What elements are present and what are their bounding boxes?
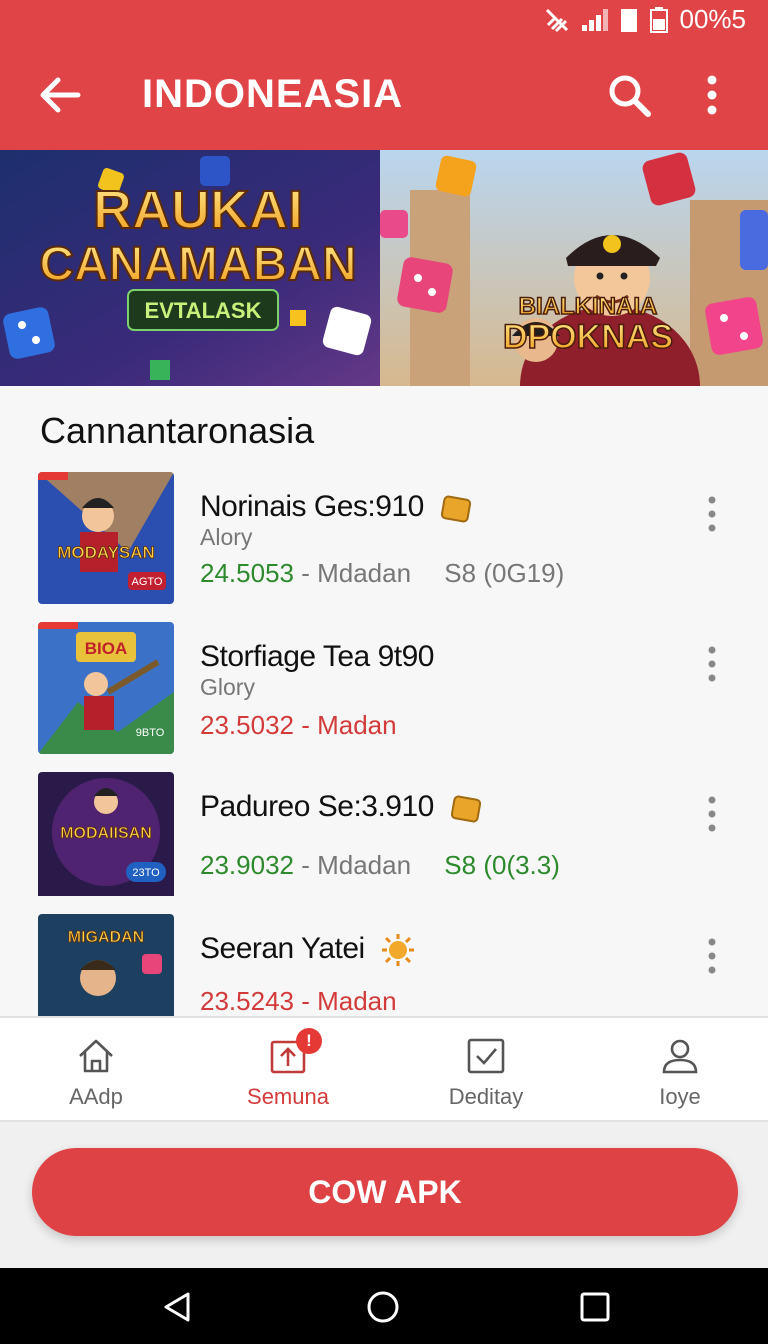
game-name: Padureo Se:3.910 [200, 790, 482, 824]
nav-item-semuna[interactable]: ! Semuna [192, 1018, 384, 1122]
signal-icon [581, 8, 608, 31]
game-developer: - Madan [301, 710, 397, 740]
game-price: S8 (0(3.3) [444, 850, 560, 880]
home-icon [79, 1039, 113, 1073]
svg-text:BIALKINAIA: BIALKINAIA [519, 293, 658, 320]
search-icon[interactable] [604, 70, 654, 120]
svg-text:MODAYSAN: MODAYSAN [57, 543, 155, 562]
game-thumbnail[interactable]: BIOA 9BTO [38, 622, 174, 754]
game-name: Seeran Yatei [200, 932, 415, 967]
nav-label: Semuna [247, 1084, 329, 1109]
banner-artwork: RAUKAI CANAMABAN EVTALASK BIALKINAIA DPO… [0, 150, 768, 386]
svg-text:RAUKAI: RAUKAI [93, 180, 303, 240]
sun-icon [381, 934, 414, 967]
game-name: Storfiage Tea 9t90 [200, 640, 434, 673]
app-bar: INDONEASIA [0, 40, 768, 150]
game-stats: 23.5032 - Madan [200, 710, 397, 741]
nav-item-profile[interactable]: Ioye [584, 1018, 768, 1122]
svg-text:DPOKNAS: DPOKNAS [503, 318, 673, 356]
nav-item-home[interactable]: AAdp [0, 1018, 192, 1122]
game-thumbnail[interactable]: MIGADAN [38, 914, 174, 1016]
game-stats: 24.5053 - Mdadan S8 (0G19) [200, 558, 564, 589]
bottom-navigation: AAdp ! Semuna Deditay Ioye [0, 1016, 768, 1122]
treasure-box-icon [440, 495, 471, 523]
back-arrow-icon[interactable] [34, 70, 84, 120]
system-navigation-bar [0, 1268, 768, 1344]
game-subtitle: Alory [200, 524, 253, 550]
game-price: S8 (0G19) [444, 558, 565, 588]
back-triangle-icon[interactable] [160, 1290, 194, 1324]
treasure-box-icon [450, 795, 481, 823]
row-more-icon[interactable] [700, 794, 724, 834]
game-score: 23.5032 [200, 710, 294, 740]
row-more-icon[interactable] [700, 644, 724, 684]
game-thumbnail[interactable]: MODAYSAN AGTO [38, 472, 174, 604]
nav-item-deditay[interactable]: Deditay [390, 1018, 582, 1122]
game-developer: - Mdadan [301, 558, 412, 588]
nav-label: Deditay [448, 1084, 524, 1109]
recents-square-icon[interactable] [578, 1290, 612, 1324]
battery-icon [620, 8, 637, 32]
cta-area: COW APK [0, 1122, 768, 1268]
svg-text:23TO: 23TO [132, 867, 160, 879]
svg-text:9BTO: 9BTO [136, 727, 165, 739]
svg-text:EVTALASK: EVTALASK [145, 298, 262, 323]
more-options-icon[interactable] [692, 70, 732, 120]
page-title: INDONEASIA [142, 72, 404, 116]
svg-text:MIGADAN: MIGADAN [68, 929, 144, 946]
game-developer: - Madan [301, 986, 397, 1016]
check-box-icon [467, 1038, 505, 1074]
list-item[interactable]: MODAYSAN AGTO Norinais Ges:910 Alory 24.… [0, 472, 768, 608]
svg-text:AGTO: AGTO [132, 576, 163, 588]
svg-text:CANAMABAN: CANAMABAN [39, 238, 356, 291]
profile-icon [662, 1039, 698, 1074]
svg-text:BIOA: BIOA [85, 639, 128, 658]
game-score: 24.5053 [200, 558, 294, 588]
nav-label: Ioye [659, 1084, 701, 1109]
game-subtitle: Glory [200, 674, 255, 700]
svg-text:MODAIISAN: MODAIISAN [60, 825, 152, 842]
battery-text: 00%5 [679, 4, 747, 34]
status-bar: 00%5 [0, 0, 768, 40]
game-name: Norinais Ges:910 [200, 490, 472, 524]
section-title: Cannantaronasia [40, 410, 315, 451]
no-signal-icon [545, 8, 568, 32]
download-apk-button[interactable]: COW APK [32, 1148, 738, 1236]
home-circle-icon[interactable] [366, 1290, 400, 1324]
row-more-icon[interactable] [700, 936, 724, 976]
list-item[interactable]: MIGADAN Seeran Yatei 23.5243 - Madan [0, 914, 768, 1016]
game-stats: 23.9032 - Mdadan S8 (0(3.3) [200, 850, 560, 881]
game-thumbnail[interactable]: MODAIISAN 23TO [38, 772, 174, 904]
game-score: 23.9032 [200, 850, 294, 880]
list-item[interactable]: BIOA 9BTO Storfiage Tea 9t90 Glory 23.50… [0, 622, 768, 758]
promo-banner[interactable]: RAUKAI CANAMABAN EVTALASK BIALKINAIA DPO… [0, 150, 768, 386]
game-developer: - Mdadan [301, 850, 412, 880]
notification-badge: ! [296, 1028, 322, 1054]
game-list-section: Cannantaronasia MODAYSAN AGTO Norinais G… [0, 386, 768, 1016]
game-score: 23.5243 [200, 986, 294, 1016]
battery-low-icon [649, 6, 668, 33]
list-item[interactable]: MODAIISAN 23TO Padureo Se:3.910 23.9032 … [0, 772, 768, 908]
nav-label: AAdp [69, 1084, 123, 1109]
game-stats: 23.5243 - Madan [200, 986, 397, 1016]
row-more-icon[interactable] [700, 494, 724, 534]
